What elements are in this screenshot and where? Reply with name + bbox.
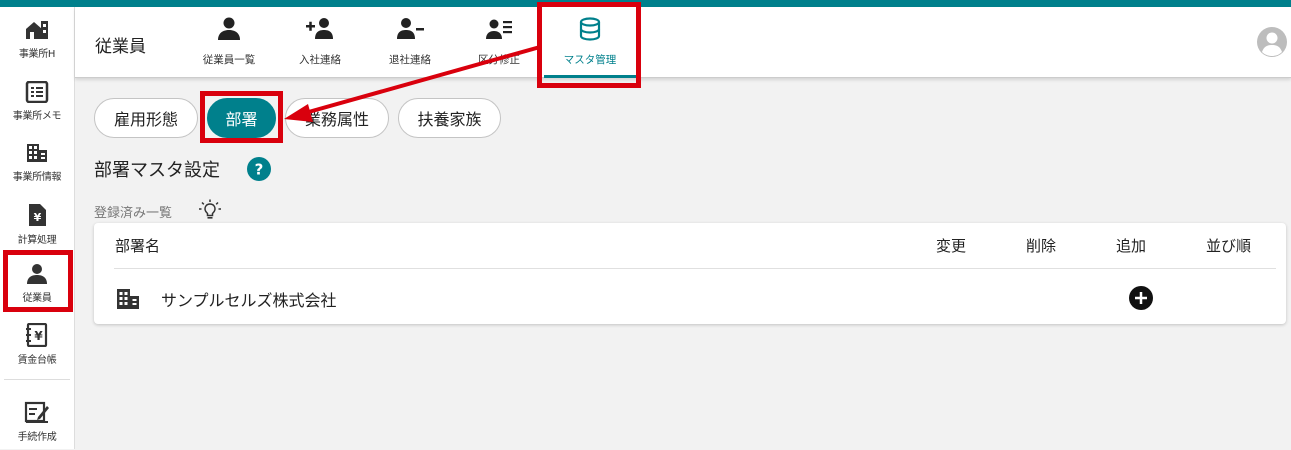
sidebar-item-label: 手続作成 bbox=[17, 432, 57, 443]
sidebar-item-procedure[interactable]: 手続作成 bbox=[4, 394, 70, 450]
tab-hire-notice[interactable]: 入社連絡 bbox=[286, 7, 354, 78]
person-remove-icon bbox=[397, 18, 424, 39]
column-header-name: 部署名 bbox=[115, 237, 161, 255]
chip-business-attribute[interactable]: 業務属性 bbox=[285, 98, 389, 138]
person-add-icon bbox=[306, 18, 333, 39]
sidebar: 事業所H 事業所メモ 事業所情報 ¥ 計算処理 従業員 ¥ 賃金台帳 手続作成 bbox=[0, 7, 75, 449]
office-home-icon bbox=[26, 21, 48, 39]
column-header-order: 並び順 bbox=[1206, 237, 1252, 255]
edit-document-icon bbox=[24, 401, 49, 423]
tab-leave-notice[interactable]: 退社連絡 bbox=[376, 7, 444, 78]
chip-employment-type[interactable]: 雇用形態 bbox=[94, 98, 198, 138]
column-header-add: 追加 bbox=[1116, 237, 1147, 255]
sidebar-item-label: 賃金台帳 bbox=[17, 355, 57, 366]
registered-list-label: 登録済み一覧 bbox=[94, 206, 173, 221]
sidebar-item-label: 事業所情報 bbox=[12, 172, 62, 183]
person-icon bbox=[218, 17, 240, 40]
table-divider bbox=[114, 268, 1276, 269]
sidebar-item-office-info[interactable]: 事業所情報 bbox=[4, 136, 70, 192]
tab-employee-list[interactable]: 従業員一覧 bbox=[193, 7, 265, 78]
chip-dependents[interactable]: 扶養家族 bbox=[398, 98, 501, 138]
yen-document-icon: ¥ bbox=[29, 204, 46, 226]
add-circle-icon[interactable] bbox=[1128, 285, 1154, 311]
department-table: 部署名 変更 削除 追加 並び順 サンプルセルズ株式会社 bbox=[94, 223, 1286, 324]
sidebar-item-label: 計算処理 bbox=[17, 235, 57, 246]
sidebar-item-wage-ledger[interactable]: ¥ 賃金台帳 bbox=[4, 317, 70, 373]
tab-label: 入社連絡 bbox=[299, 54, 341, 66]
sidebar-divider bbox=[4, 379, 70, 380]
sidebar-item-office-home[interactable]: 事業所H bbox=[4, 13, 70, 69]
svg-text:¥: ¥ bbox=[34, 329, 43, 343]
yen-book-icon: ¥ bbox=[26, 323, 48, 347]
sidebar-item-calculation[interactable]: ¥ 計算処理 bbox=[4, 197, 70, 253]
top-accent-bar bbox=[0, 0, 1291, 7]
column-header-delete: 削除 bbox=[1026, 237, 1057, 255]
annotation-box-department-chip bbox=[200, 91, 283, 143]
person-list-icon bbox=[486, 19, 512, 39]
header-bar: 従業員 従業員一覧 入社連絡 退社連絡 区分修正 マスタ管理 bbox=[75, 7, 1291, 78]
svg-text:?: ? bbox=[255, 161, 264, 179]
help-icon[interactable]: ? bbox=[247, 157, 271, 181]
annotation-box-employee bbox=[3, 250, 73, 312]
building-icon bbox=[27, 144, 47, 162]
sidebar-item-label: 事業所H bbox=[18, 49, 56, 60]
svg-text:¥: ¥ bbox=[34, 211, 42, 224]
department-name: サンプルセルズ株式会社 bbox=[161, 291, 337, 310]
building-icon bbox=[117, 289, 139, 309]
sidebar-item-office-memo[interactable]: 事業所メモ bbox=[4, 75, 70, 131]
column-header-edit: 変更 bbox=[936, 237, 967, 255]
sidebar-item-label: 事業所メモ bbox=[12, 111, 62, 122]
tab-label: 従業員一覧 bbox=[202, 54, 256, 66]
list-icon bbox=[25, 81, 49, 103]
lightbulb-icon[interactable] bbox=[198, 199, 222, 221]
section-title: 部署マスタ設定 bbox=[94, 160, 220, 181]
annotation-box-master-tab bbox=[537, 2, 641, 88]
page-title: 従業員 bbox=[95, 37, 146, 57]
user-avatar-icon[interactable] bbox=[1257, 27, 1287, 57]
tab-category-fix[interactable]: 区分修正 bbox=[465, 7, 533, 78]
tab-label: 退社連絡 bbox=[389, 54, 431, 66]
tab-label: 区分修正 bbox=[478, 54, 520, 66]
